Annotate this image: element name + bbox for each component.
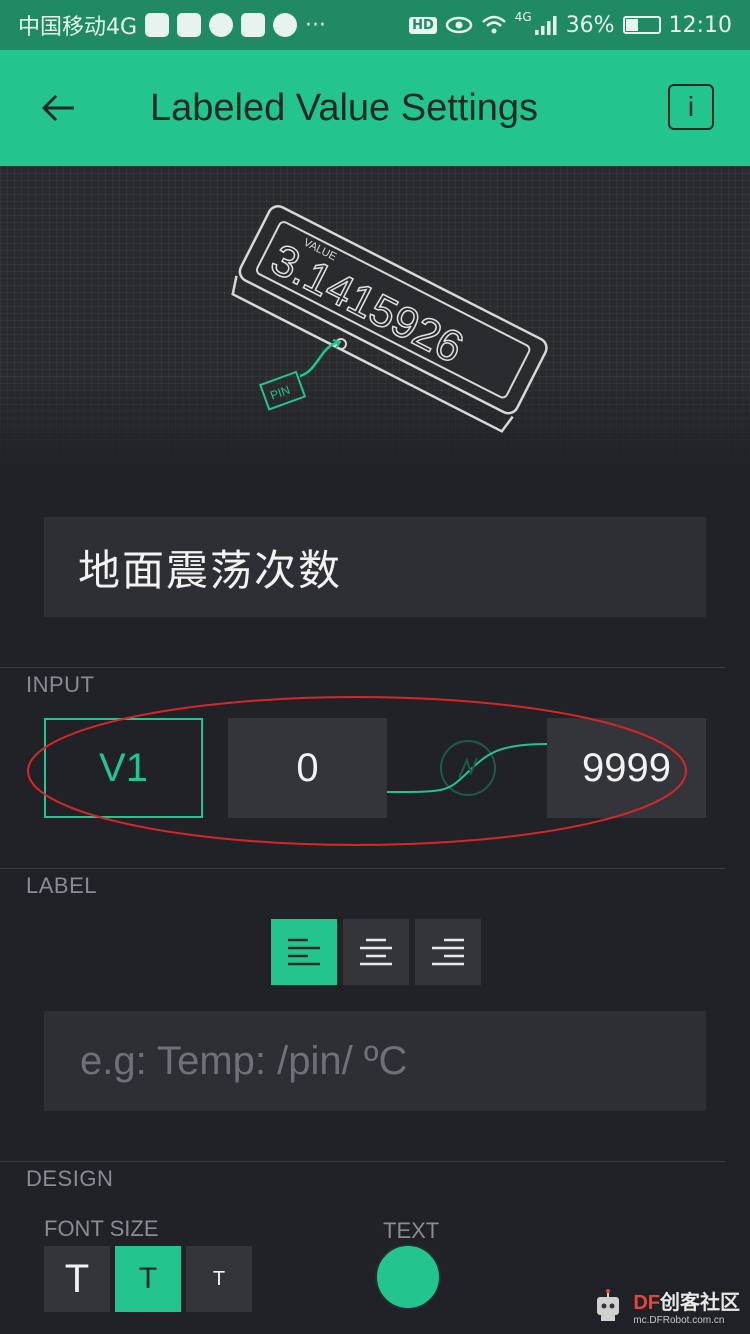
font-size-label: FONT SIZE <box>44 1216 159 1241</box>
battery-percent: 36% <box>565 12 615 38</box>
pin-selector[interactable]: V1 <box>44 718 203 818</box>
hd-icon: HD <box>409 16 437 34</box>
align-right-button[interactable] <box>415 919 481 985</box>
pin-value: V1 <box>99 745 148 790</box>
widget-name-field[interactable]: 地面震荡次数 <box>44 517 706 617</box>
iqiyi-icon <box>177 13 202 37</box>
wifi-icon <box>481 15 506 34</box>
font-size-large-button[interactable]: T <box>44 1246 110 1312</box>
label-section-label: LABEL <box>26 873 97 898</box>
divider <box>0 868 725 869</box>
app-notification-icon <box>145 13 170 37</box>
align-left-icon <box>288 938 320 966</box>
eye-icon <box>445 16 472 34</box>
widget-name-value: 地面震荡次数 <box>78 545 343 595</box>
max-value: 9999 <box>582 745 671 790</box>
arrow-left-icon <box>41 94 74 122</box>
app-notification-icon <box>241 13 266 37</box>
chat-icon <box>209 13 234 37</box>
divider <box>0 1161 725 1162</box>
clock: 12:10 <box>668 12 732 38</box>
divider <box>0 667 725 668</box>
text-alignment-group <box>271 919 481 985</box>
align-left-button[interactable] <box>271 919 337 985</box>
font-size-medium-button[interactable]: T <box>115 1246 181 1312</box>
robot-logo-icon <box>597 1289 620 1321</box>
back-button[interactable] <box>0 50 116 166</box>
min-value: 0 <box>296 745 319 790</box>
signal-icon <box>534 16 557 35</box>
more-notifications: ··· <box>305 12 327 38</box>
battery-icon <box>622 16 661 34</box>
align-center-icon <box>360 938 392 966</box>
info-icon: i <box>687 91 695 122</box>
send-icon <box>273 13 298 37</box>
align-right-icon <box>432 938 464 966</box>
app-bar: Labeled Value Settings i <box>0 50 750 166</box>
input-section-label: INPUT <box>26 672 95 697</box>
page-title: Labeled Value Settings <box>150 86 539 129</box>
watermark-url: mc.DFRobot.com.cn <box>633 1315 725 1326</box>
font-size-small-button[interactable]: T <box>186 1246 252 1312</box>
watermark-brand: DF创客社区 <box>633 1292 740 1314</box>
labeled-value-illustration: VALUE 3.1415926 PIN <box>231 205 548 433</box>
watermark: DF创客社区 mc.DFRobot.com.cn <box>589 1286 740 1326</box>
range-mapping-icon[interactable] <box>387 718 547 818</box>
text-color-picker[interactable] <box>375 1244 441 1310</box>
preview-pin-caption: PIN <box>268 383 292 403</box>
design-section-label: DESIGN <box>26 1166 114 1191</box>
font-size-group: T T T <box>44 1246 252 1312</box>
status-bar: 中国移动4G ··· HD 4G 36% 12:10 <box>0 0 750 50</box>
max-value-input[interactable]: 9999 <box>547 718 706 818</box>
align-center-button[interactable] <box>343 919 409 985</box>
label-field[interactable] <box>44 1011 706 1111</box>
min-value-input[interactable]: 0 <box>228 718 387 818</box>
network-type: 4G <box>514 10 532 24</box>
text-color-label: TEXT <box>383 1218 440 1243</box>
carrier-text: 中国移动4G <box>18 15 138 40</box>
widget-preview: VALUE 3.1415926 PIN <box>0 166 750 466</box>
info-button[interactable]: i <box>668 84 714 130</box>
label-input[interactable] <box>78 1037 706 1085</box>
